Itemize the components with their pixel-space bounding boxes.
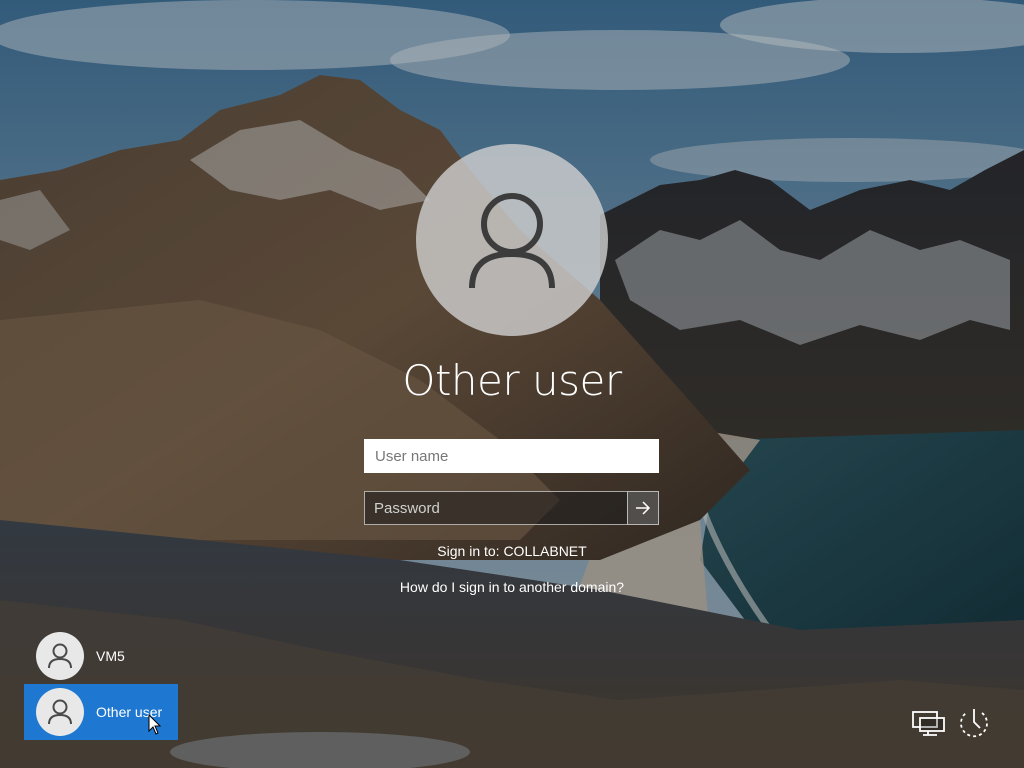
password-input[interactable] bbox=[364, 491, 627, 525]
username-input[interactable] bbox=[364, 439, 659, 473]
avatar bbox=[36, 688, 84, 736]
sign-in-domain-text: Sign in to: COLLABNET bbox=[437, 543, 587, 559]
network-icon bbox=[912, 711, 945, 736]
mouse-cursor-icon bbox=[148, 714, 162, 735]
network-button[interactable] bbox=[910, 704, 946, 740]
person-icon bbox=[48, 699, 72, 725]
user-tile-label: VM5 bbox=[96, 648, 125, 664]
arrow-right-icon bbox=[636, 501, 651, 515]
user-avatar bbox=[416, 144, 608, 336]
person-icon bbox=[469, 193, 555, 289]
power-icon bbox=[960, 709, 988, 738]
person-icon bbox=[48, 643, 72, 669]
avatar bbox=[36, 632, 84, 680]
submit-button[interactable] bbox=[627, 491, 659, 525]
user-name-title: Other user bbox=[402, 356, 622, 405]
user-tile-vm5[interactable]: VM5 bbox=[24, 628, 178, 684]
domain-help-link[interactable]: How do I sign in to another domain? bbox=[312, 579, 712, 595]
power-button[interactable] bbox=[956, 704, 992, 740]
